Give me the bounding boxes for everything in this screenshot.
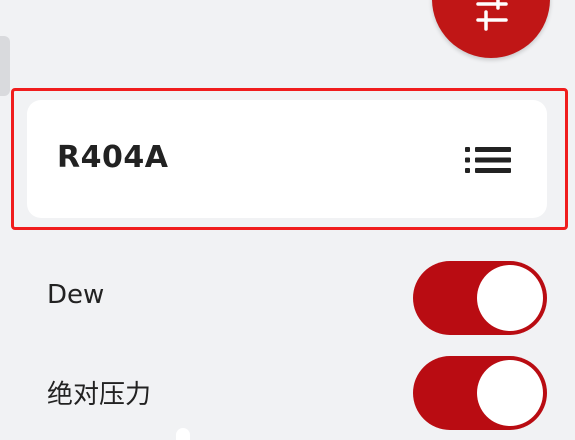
screen: R404A Dew 绝对压力	[0, 0, 575, 440]
toggle-knob	[477, 265, 543, 331]
dew-label: Dew	[47, 280, 105, 310]
absolute-pressure-toggle[interactable]	[413, 356, 547, 430]
refrigerant-selector-card[interactable]: R404A	[27, 100, 547, 218]
list-icon[interactable]	[465, 146, 511, 174]
toggle-knob	[477, 360, 543, 426]
settings-fab-button[interactable]	[432, 0, 550, 58]
refrigerant-name: R404A	[57, 140, 169, 175]
drawer-edge-handle[interactable]	[0, 36, 10, 96]
dew-toggle[interactable]	[413, 261, 547, 335]
partial-next-item	[176, 428, 190, 440]
absolute-pressure-label: 绝对压力	[47, 380, 152, 410]
sliders-icon	[476, 0, 508, 31]
